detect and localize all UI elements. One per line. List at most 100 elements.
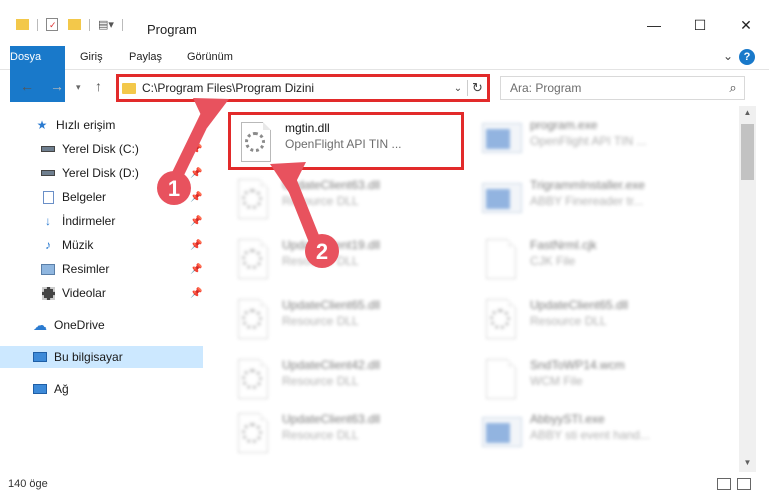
file-item[interactable]: UpdateClient65.dll Resource DLL <box>228 292 464 348</box>
video-icon <box>40 286 56 300</box>
file-item[interactable]: SndToWP14.wcm WCM File <box>476 352 712 408</box>
file-item[interactable]: AbbyySTI.exe ABBY sti event hand... <box>476 406 712 462</box>
pin-icon: 📌 <box>190 167 203 179</box>
large-icons-view-icon[interactable] <box>737 478 751 490</box>
sidebar-item-local-disk-d[interactable]: Yerel Disk (D:) 📌 <box>0 162 203 184</box>
maximize-button[interactable]: ☐ <box>677 10 723 40</box>
sidebar-item-documents[interactable]: Belgeler 📌 <box>0 186 203 208</box>
sidebar-item-quick-access[interactable]: ★ Hızlı erişim <box>0 114 203 136</box>
network-icon <box>32 382 48 396</box>
tab-view[interactable]: Görünüm <box>187 46 233 68</box>
back-arrow-icon[interactable]: ← <box>20 78 34 94</box>
file-name: mgtin.dll <box>285 121 330 135</box>
tab-share[interactable]: Paylaş <box>129 46 162 68</box>
generic-file-icon <box>482 357 522 403</box>
file-item[interactable]: UpdateClient63.dll Resource DLL <box>228 172 464 228</box>
sidebar-item-label: Yerel Disk (D:) <box>62 166 139 180</box>
file-name: AbbyySTI.exe <box>530 412 605 426</box>
refresh-icon[interactable]: ↻ <box>467 80 487 96</box>
sidebar-item-label: Ağ <box>54 382 69 396</box>
minimize-button[interactable]: — <box>631 10 677 40</box>
forward-arrow-icon[interactable]: → <box>50 78 64 94</box>
pin-icon: 📌 <box>190 239 203 251</box>
sidebar-item-pictures[interactable]: Resimler 📌 <box>0 258 203 280</box>
details-view-icon[interactable] <box>717 478 731 490</box>
sidebar-item-label: Belgeler <box>62 190 107 204</box>
music-icon: ♪ <box>45 238 51 252</box>
recent-locations-icon[interactable]: ▾ <box>76 82 81 93</box>
sidebar-item-this-pc[interactable]: Bu bilgisayar <box>0 346 203 368</box>
new-folder-icon[interactable] <box>68 19 81 30</box>
scrollbar-thumb[interactable] <box>741 124 754 180</box>
address-path[interactable]: C:\Program Files\Program Dizini <box>142 81 449 95</box>
pin-icon: 📌 <box>190 215 203 227</box>
sidebar-item-music[interactable]: ♪ Müzik 📌 <box>0 234 203 256</box>
folder-icon <box>16 19 29 30</box>
file-item[interactable]: UpdateClient19.dll Resource DLL <box>228 232 464 288</box>
scroll-down-icon[interactable]: ▼ <box>739 458 756 472</box>
file-item-mgtin-dll[interactable]: mgtin.dll OpenFlight API TIN ... <box>228 112 464 170</box>
sidebar-item-downloads[interactable]: ↓ İndirmeler 📌 <box>0 210 203 232</box>
dll-file-icon <box>234 177 274 223</box>
download-icon: ↓ <box>45 214 51 228</box>
file-name: UpdateClient19.dll <box>282 238 381 252</box>
address-bar[interactable]: C:\Program Files\Program Dizini ⌄ ↻ <box>116 74 490 102</box>
window-controls: — ☐ ✕ <box>631 10 769 40</box>
expand-ribbon-icon[interactable]: ⌄ <box>723 49 733 63</box>
search-icon[interactable]: ⌕ <box>722 80 744 96</box>
pin-icon: 📌 <box>190 191 203 203</box>
sidebar-item-label: Bu bilgisayar <box>54 350 123 364</box>
file-item[interactable]: FastNrml.cjk CJK File <box>476 232 712 288</box>
file-type: ABBY sti event hand... <box>530 428 650 442</box>
pin-icon: 📌 <box>190 263 203 275</box>
status-bar: 140 öge <box>0 474 769 496</box>
sidebar-item-label: İndirmeler <box>62 214 116 228</box>
sidebar-item-label: Resimler <box>62 262 110 276</box>
generic-file-icon <box>482 237 522 283</box>
pin-icon: 📌 <box>190 143 203 155</box>
title-bar: ✓ ▤▾ Program — ☐ ✕ <box>0 0 769 40</box>
close-button[interactable]: ✕ <box>723 10 769 40</box>
file-item[interactable]: UpdateClient42.dll Resource DLL <box>228 352 464 408</box>
file-item[interactable]: UpdateClient65.dll Resource DLL <box>476 292 712 348</box>
star-icon: ★ <box>36 118 48 132</box>
divider <box>121 18 123 31</box>
pin-icon: 📌 <box>190 287 203 299</box>
help-icon[interactable]: ? <box>739 49 755 65</box>
properties-icon[interactable]: ✓ <box>46 18 58 31</box>
sidebar-item-onedrive[interactable]: ☁ OneDrive <box>0 314 203 336</box>
exe-file-icon <box>482 411 522 457</box>
file-item[interactable]: program.exe OpenFlight API TIN ... <box>476 112 712 168</box>
navigation-pane: ★ Hızlı erişim Yerel Disk (C:) 📌 Yerel D… <box>0 112 203 464</box>
sidebar-item-network[interactable]: Ağ <box>0 378 203 400</box>
drive-icon <box>40 142 56 156</box>
file-name: FastNrml.cjk <box>530 238 597 252</box>
item-count: 140 öge <box>8 478 48 490</box>
sidebar-item-videos[interactable]: Videolar 📌 <box>0 282 203 304</box>
dll-file-icon <box>237 120 277 166</box>
chevron-down-icon[interactable]: ⌄ <box>449 83 467 94</box>
quick-access-toolbar: ✓ ▤▾ <box>16 18 127 31</box>
file-item[interactable]: TrigrammInstaller.exe ABBY Finereader tr… <box>476 172 712 228</box>
customize-toolbar-icon[interactable]: ▤▾ <box>98 18 114 31</box>
search-input[interactable]: Ara: Program ⌕ <box>500 76 745 100</box>
search-placeholder[interactable]: Ara: Program <box>501 81 722 95</box>
vertical-scrollbar[interactable]: ▲ ▼ <box>739 106 756 472</box>
file-name: SndToWP14.wcm <box>530 358 625 372</box>
folder-icon <box>122 82 136 94</box>
ribbon-tabs: Dosya Giriş Paylaş Görünüm ⌄ ? <box>0 46 769 102</box>
file-type: Resource DLL <box>282 428 359 442</box>
file-type: Resource DLL <box>530 314 607 328</box>
up-arrow-icon[interactable]: ↑ <box>95 78 102 94</box>
sidebar-item-label: Müzik <box>62 238 94 252</box>
sidebar-item-local-disk-c[interactable]: Yerel Disk (C:) 📌 <box>0 138 203 160</box>
sidebar-item-label: OneDrive <box>54 318 105 332</box>
file-item[interactable]: UpdateClient63.dll Resource DLL <box>228 406 464 462</box>
file-type: ABBY Finereader tr... <box>530 194 644 208</box>
scroll-up-icon[interactable]: ▲ <box>739 108 756 122</box>
sidebar-item-label: Hızlı erişim <box>56 118 116 132</box>
file-name: UpdateClient42.dll <box>282 358 381 372</box>
tab-home[interactable]: Giriş <box>80 46 103 68</box>
file-name: UpdateClient65.dll <box>530 298 629 312</box>
dll-file-icon <box>234 411 274 457</box>
